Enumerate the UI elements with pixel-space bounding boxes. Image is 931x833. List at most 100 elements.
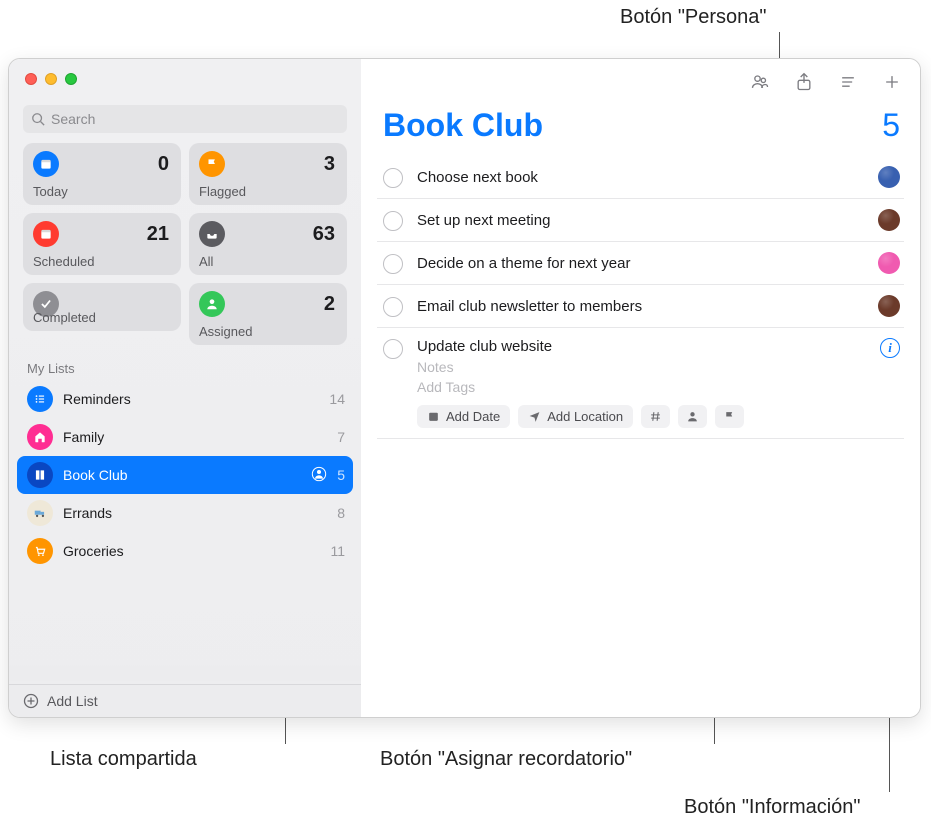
search-input[interactable]: Search (23, 105, 347, 133)
smart-card-today[interactable]: 0 Today (23, 143, 181, 205)
truck-icon (27, 500, 53, 526)
callout-assign: Botón "Asignar recordatorio" (380, 748, 632, 771)
sidebar: Search 0 Today 3 Flagged 21Scheduled 63 All Com… (9, 59, 361, 717)
sidebar-list-groceries[interactable]: Groceries 11 (9, 532, 361, 570)
smart-count: 3 (324, 153, 335, 176)
list-icon (27, 386, 53, 412)
window-controls (9, 59, 361, 97)
complete-toggle[interactable] (383, 297, 403, 317)
smart-label: Today (33, 184, 68, 199)
person-icon (686, 410, 699, 423)
list-icon (838, 72, 858, 92)
assignee-avatar[interactable] (878, 295, 900, 317)
smart-count: 2 (324, 293, 335, 316)
zoom-window-button[interactable] (65, 73, 77, 85)
complete-toggle[interactable] (383, 168, 403, 188)
app-window: Search 0 Today 3 Flagged 21Scheduled 63 All Com… (8, 58, 921, 718)
home-icon (27, 424, 53, 450)
view-options-button[interactable] (836, 70, 860, 94)
reminder-row[interactable]: Decide on a theme for next year (377, 242, 904, 285)
add-date-button[interactable]: Add Date (417, 405, 510, 428)
calendar-icon (33, 221, 59, 247)
search-icon (31, 112, 45, 126)
callout-persona: Botón "Persona" (620, 6, 767, 29)
add-reminder-button[interactable] (880, 70, 904, 94)
book-icon (27, 462, 53, 488)
assign-button[interactable] (678, 405, 707, 428)
assignee-avatar[interactable] (878, 166, 900, 188)
complete-toggle[interactable] (383, 339, 403, 359)
reminder-row[interactable]: Choose next book (377, 156, 904, 199)
list-count: 14 (329, 391, 345, 407)
toolbar (361, 59, 920, 105)
list-count: 11 (330, 543, 345, 559)
add-list-button[interactable]: Add List (9, 684, 361, 717)
info-button[interactable]: i (880, 338, 900, 358)
person-icon (199, 291, 225, 317)
reminder-title: Choose next book (417, 169, 864, 186)
cart-icon (27, 538, 53, 564)
list-name: Groceries (63, 543, 320, 559)
smart-card-all[interactable]: 63 All (189, 213, 347, 275)
shared-indicator-icon (311, 466, 327, 485)
calendar-icon (33, 151, 59, 177)
smart-card-flagged[interactable]: 3 Flagged (189, 143, 347, 205)
flag-icon (723, 410, 736, 423)
smart-card-assigned[interactable]: 2Assigned (189, 283, 347, 345)
list-name: Reminders (63, 391, 319, 407)
people-icon (750, 72, 770, 92)
list-count: 5 (337, 467, 345, 483)
reminder-row-editing[interactable]: Update club website Notes Add Tags Add Date… (377, 328, 904, 439)
minimize-window-button[interactable] (45, 73, 57, 85)
notes-field[interactable]: Notes (417, 359, 866, 375)
reminder-title[interactable]: Update club website (417, 338, 866, 355)
sidebar-list-errands[interactable]: Errands 8 (9, 494, 361, 532)
add-location-button[interactable]: Add Location (518, 405, 633, 428)
sidebar-list-reminders[interactable]: Reminders 14 (9, 380, 361, 418)
location-icon (528, 410, 541, 423)
flag-icon (199, 151, 225, 177)
plus-circle-icon (23, 693, 39, 709)
assignee-avatar[interactable] (878, 209, 900, 231)
callout-shared-list: Lista compartida (50, 748, 197, 771)
sidebar-list-family[interactable]: Family7 (9, 418, 361, 456)
reminders-container: Choose next book Set up next meeting Decid… (361, 150, 920, 439)
list-title: Book Club (383, 107, 543, 144)
add-tag-button[interactable] (641, 405, 670, 428)
smart-card-completed[interactable]: Completed (23, 283, 181, 331)
smart-count: 21 (147, 223, 169, 246)
assignee-avatar[interactable] (878, 252, 900, 274)
reminder-title: Set up next meeting (417, 212, 864, 229)
reminder-row[interactable]: Email club newsletter to members (377, 285, 904, 328)
hash-icon (649, 410, 662, 423)
list-name: Errands (63, 505, 327, 521)
sidebar-list-book-club[interactable]: Book Club 5 (17, 456, 353, 494)
smart-count: 63 (313, 223, 335, 246)
smart-label: All (199, 254, 213, 269)
smart-label: Completed (33, 310, 96, 325)
callout-info: Botón "Información" (684, 796, 861, 819)
reminder-row[interactable]: Set up next meeting (377, 199, 904, 242)
tray-icon (199, 221, 225, 247)
tags-field[interactable]: Add Tags (417, 379, 866, 395)
reminder-title: Decide on a theme for next year (417, 255, 864, 272)
list-count: 8 (337, 505, 345, 521)
smart-count: 0 (158, 153, 169, 176)
complete-toggle[interactable] (383, 254, 403, 274)
my-lists: Reminders 14 Family7 Book Club 5 Errands 8 Groc… (9, 380, 361, 684)
list-name: Family (63, 429, 327, 445)
main-pane: Book Club 5 Choose next bookSet up next … (361, 59, 920, 717)
my-lists-header: My Lists (9, 351, 361, 380)
search-placeholder: Search (51, 111, 95, 127)
share-icon (794, 72, 814, 92)
smart-lists-grid: 0 Today 3 Flagged 21Scheduled 63 All Completed 2… (9, 143, 361, 351)
smart-card-scheduled[interactable]: 21Scheduled (23, 213, 181, 275)
complete-toggle[interactable] (383, 211, 403, 231)
smart-label: Flagged (199, 184, 246, 199)
close-window-button[interactable] (25, 73, 37, 85)
add-list-label: Add List (47, 693, 98, 709)
flag-button[interactable] (715, 405, 744, 428)
share-button[interactable] (792, 70, 816, 94)
list-name: Book Club (63, 467, 301, 483)
collaborate-button[interactable] (748, 70, 772, 94)
